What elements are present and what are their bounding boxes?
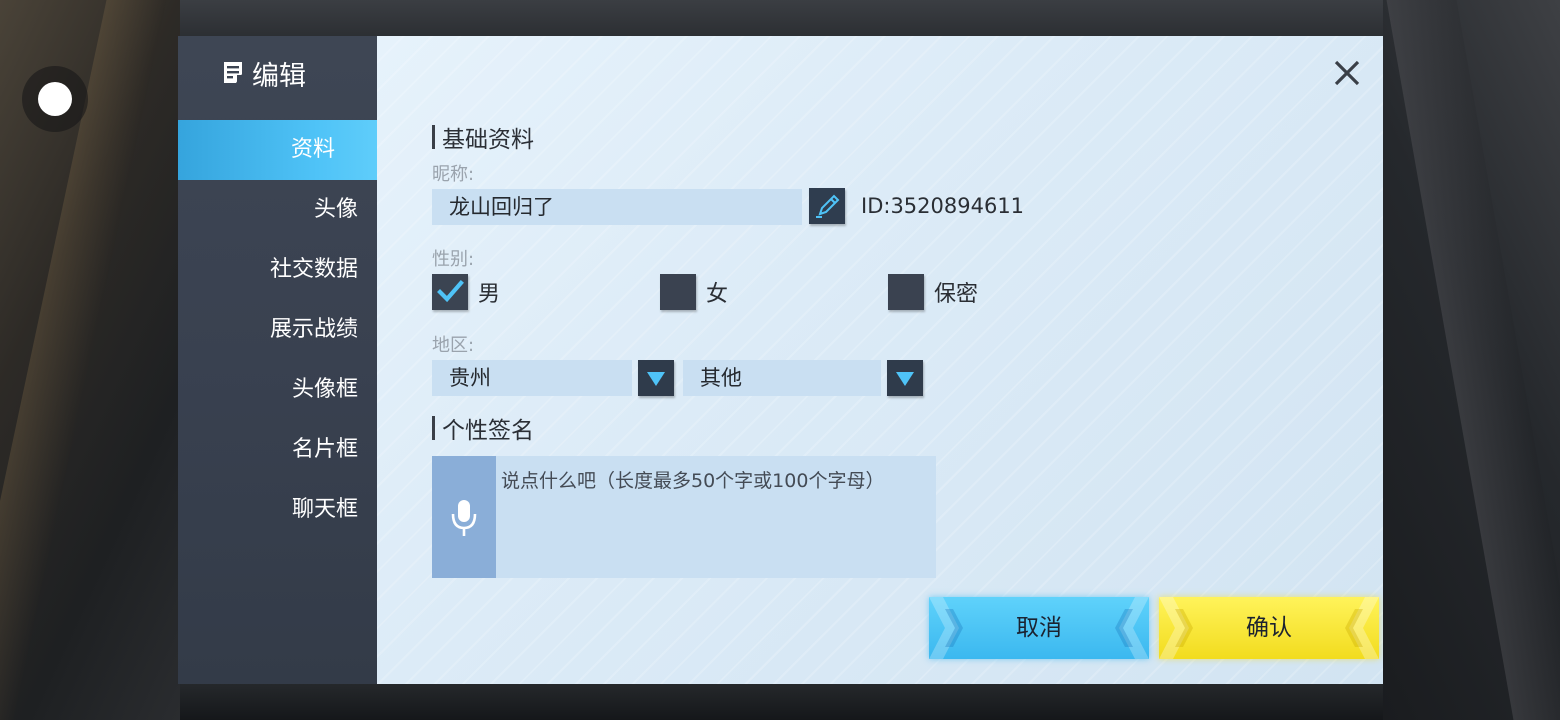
gender-option-male[interactable]: 男 [432,274,500,310]
cancel-button[interactable]: 取消 [929,597,1149,659]
gender-female-label: 女 [706,282,729,307]
region-label: 地区: [432,335,475,356]
sidebar-item-label: 聊天框 [291,497,358,522]
profile-panel: 基础资料 昵称: 龙山回归了 ID:3520894611 性别: 男 女 保密 … [377,36,1383,684]
dialog-title: 编辑 [252,60,306,92]
sidebar-item-label: 名片框 [291,437,358,462]
sidebar-item-social-data[interactable]: 社交数据 [178,240,377,300]
nickname-label: 昵称: [432,164,475,185]
sidebar-item-label: 展示战绩 [269,317,358,342]
pencil-icon [816,194,840,218]
edit-profile-dialog: 编辑 资料 头像 社交数据 展示战绩 头像框 名片框 聊天框 基础资料 昵称: … [178,36,1383,684]
sidebar-item-label: 头像 [313,197,358,222]
sidebar-nav: 资料 头像 社交数据 展示战绩 头像框 名片框 聊天框 [178,120,377,540]
signature-title: 个性签名 [442,418,534,444]
city-select[interactable]: 其他 [683,360,881,396]
voice-input-button[interactable] [432,456,496,578]
gender-male-checkbox[interactable] [432,274,468,310]
basic-info-heading: 基础资料 [432,120,534,154]
confirm-button[interactable]: 确认 [1159,597,1379,659]
triangle-down-icon [647,372,665,386]
signature-input[interactable]: 说点什么吧（长度最多50个字或100个字母） [501,466,884,493]
province-select[interactable]: 贵州 [432,360,632,396]
heading-bar [432,125,435,149]
sidebar-item-profile[interactable]: 资料 [178,120,377,180]
signature-box: 说点什么吧（长度最多50个字或100个字母） [432,456,936,578]
sidebar-item-label: 头像框 [291,377,358,402]
nickname-field[interactable]: 龙山回归了 [432,189,802,225]
heading-bar [432,416,435,440]
sidebar-item-show-record[interactable]: 展示战绩 [178,300,377,360]
sidebar-header: 编辑 [222,56,306,92]
close-icon[interactable] [1330,56,1364,90]
signature-heading: 个性签名 [432,411,534,445]
background-top [180,0,1383,36]
gender-secret-label: 保密 [934,282,979,307]
background-bottom [180,684,1383,720]
gender-option-secret[interactable]: 保密 [888,274,978,310]
sidebar-item-card-frame[interactable]: 名片框 [178,420,377,480]
sidebar-item-avatar-frame[interactable]: 头像框 [178,360,377,420]
floating-assist-button[interactable] [22,66,88,132]
gender-female-checkbox[interactable] [660,274,696,310]
sidebar-item-label: 资料 [290,137,335,162]
gender-male-label: 男 [478,282,501,307]
checkmark-icon [437,280,464,303]
triangle-down-icon [896,372,914,386]
sidebar-item-avatar[interactable]: 头像 [178,180,377,240]
gender-secret-checkbox[interactable] [888,274,924,310]
province-dropdown-button[interactable] [638,360,674,396]
edit-note-icon [224,62,243,83]
microphone-icon [451,500,477,536]
gender-label: 性别: [432,249,475,270]
city-dropdown-button[interactable] [887,360,923,396]
confirm-label: 确认 [1246,615,1292,641]
sidebar-item-chat-frame[interactable]: 聊天框 [178,480,377,540]
chevron-decoration-icon [929,597,963,659]
cancel-label: 取消 [1016,615,1062,641]
chevron-decoration-icon [1159,597,1193,659]
sidebar: 编辑 资料 头像 社交数据 展示战绩 头像框 名片框 聊天框 [178,36,377,684]
player-id: ID:3520894611 [861,194,1025,218]
edit-nickname-button[interactable] [809,188,845,224]
basic-info-title: 基础资料 [442,127,534,153]
chevron-decoration-icon [1115,597,1149,659]
sidebar-item-label: 社交数据 [269,257,358,282]
gender-option-female[interactable]: 女 [660,274,728,310]
chevron-decoration-icon [1345,597,1379,659]
floating-assist-dot [38,82,72,116]
